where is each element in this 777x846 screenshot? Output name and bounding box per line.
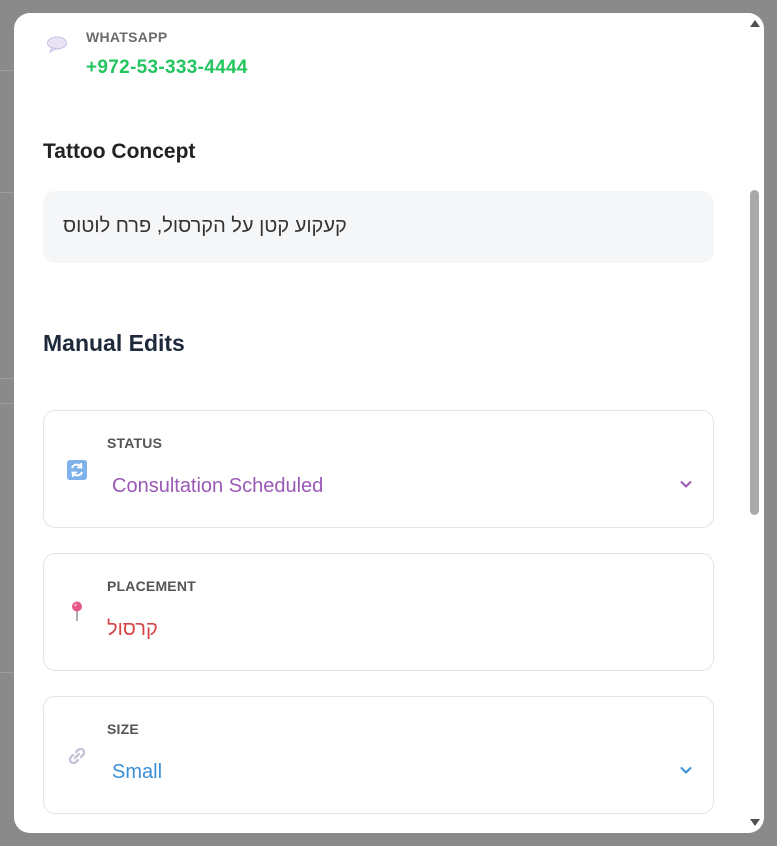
backdrop-divider <box>0 672 14 673</box>
modal-scroll-content: WHATSAPP +972-53-333-4444 Tattoo Concept… <box>14 13 746 833</box>
status-field[interactable]: STATUS Consultation Scheduled <box>43 410 714 528</box>
status-label: STATUS <box>107 435 163 451</box>
placement-input[interactable]: קרסול <box>107 618 158 641</box>
scrollbar-thumb[interactable] <box>750 190 759 515</box>
backdrop-divider <box>0 403 14 404</box>
speech-bubble-icon <box>47 36 67 53</box>
chevron-down-icon[interactable] <box>679 763 693 777</box>
link-icon <box>68 747 86 765</box>
tattoo-concept-heading: Tattoo Concept <box>43 140 196 163</box>
whatsapp-number-link[interactable]: +972-53-333-4444 <box>86 57 248 79</box>
size-field[interactable]: SIZE Small <box>43 696 714 814</box>
refresh-icon <box>67 460 87 480</box>
placement-field[interactable]: PLACEMENT קרסול <box>43 553 714 671</box>
tattoo-concept-box: קעקוע קטן על הקרסול, פרח לוטוס <box>43 191 714 263</box>
scroll-down-arrow-icon[interactable] <box>749 817 761 829</box>
size-select[interactable]: Small <box>112 761 162 784</box>
size-label: SIZE <box>107 721 139 737</box>
status-select[interactable]: Consultation Scheduled <box>112 475 323 498</box>
chevron-down-icon[interactable] <box>679 477 693 491</box>
pushpin-icon <box>72 601 82 621</box>
placement-label: PLACEMENT <box>107 578 196 594</box>
whatsapp-contact: WHATSAPP +972-53-333-4444 <box>44 27 644 87</box>
backdrop-divider <box>0 70 14 71</box>
scroll-up-arrow-icon[interactable] <box>749 17 761 29</box>
backdrop-divider <box>0 192 14 193</box>
lead-details-modal: WHATSAPP +972-53-333-4444 Tattoo Concept… <box>14 13 764 833</box>
manual-edits-heading: Manual Edits <box>43 330 185 356</box>
whatsapp-label: WHATSAPP <box>86 29 168 45</box>
tattoo-concept-text: קעקוע קטן על הקרסול, פרח לוטוס <box>63 215 347 237</box>
vertical-scrollbar[interactable] <box>746 13 764 833</box>
backdrop-divider <box>0 378 14 379</box>
